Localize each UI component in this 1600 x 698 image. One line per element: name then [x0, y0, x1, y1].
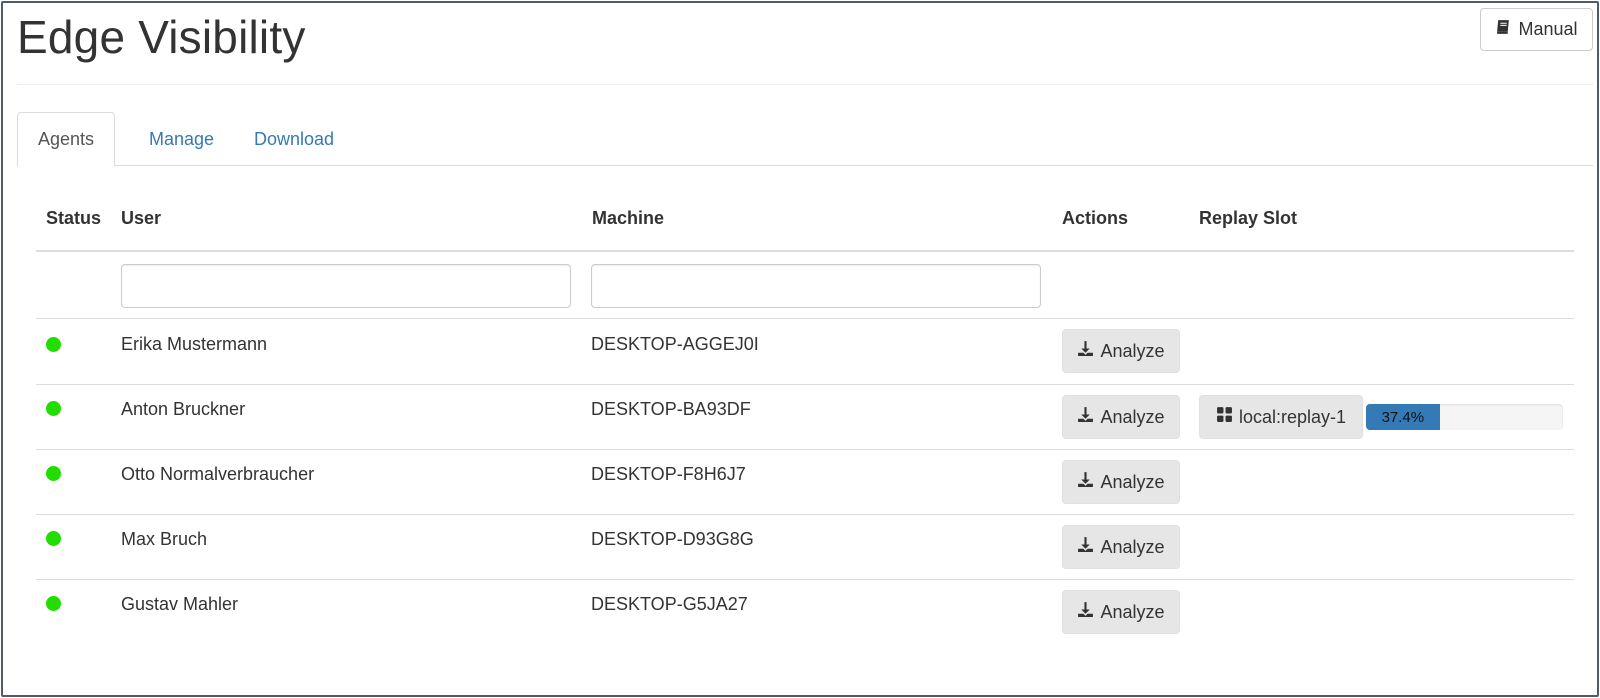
machine-cell: DESKTOP-F8H6J7: [591, 464, 746, 484]
page-title: Edge Visibility: [17, 11, 306, 63]
status-online-indicator: [46, 596, 61, 611]
user-cell: Max Bruch: [121, 529, 208, 549]
machine-cell: DESKTOP-D93G8G: [591, 529, 754, 549]
download-icon: [1077, 471, 1094, 493]
row-divider: [36, 514, 1574, 515]
download-icon: [1077, 406, 1094, 428]
machine-cell: DESKTOP-AGGEJ0I: [591, 334, 759, 354]
analyze-button-label: Analyze: [1100, 601, 1165, 622]
analyze-button[interactable]: Analyze: [1062, 395, 1180, 439]
status-online-indicator: [46, 401, 61, 416]
analyze-button-label: Analyze: [1100, 340, 1165, 361]
column-header-machine: Machine: [592, 208, 665, 228]
column-header-actions: Actions: [1062, 208, 1129, 228]
user-cell: Erika Mustermann: [121, 334, 268, 354]
title-divider: [17, 84, 1593, 85]
machine-cell: DESKTOP-G5JA27: [591, 594, 748, 614]
row-divider: [36, 384, 1574, 385]
replay-slot-button[interactable]: local:replay-1: [1199, 395, 1363, 439]
th-large-icon: [1216, 406, 1233, 428]
analyze-button[interactable]: Analyze: [1062, 460, 1180, 504]
row-divider: [36, 449, 1574, 450]
user-cell: Gustav Mahler: [121, 594, 239, 614]
row-divider: [36, 318, 1574, 319]
status-online-indicator: [46, 531, 61, 546]
manual-button[interactable]: Manual: [1480, 8, 1593, 51]
tab-bar: Agents Manage Download: [17, 112, 1593, 167]
tab-manage[interactable]: Manage: [129, 112, 234, 166]
analyze-button-label: Analyze: [1100, 406, 1165, 427]
machine-filter-input[interactable]: [591, 264, 1041, 308]
tab-download[interactable]: Download: [234, 112, 354, 166]
status-online-indicator: [46, 337, 61, 352]
analyze-button[interactable]: Analyze: [1062, 329, 1180, 373]
analyze-button[interactable]: Analyze: [1062, 590, 1180, 634]
user-cell: Anton Bruckner: [121, 399, 246, 419]
download-icon: [1077, 601, 1094, 623]
column-header-user: User: [121, 208, 162, 228]
book-icon: [1495, 19, 1512, 41]
replay-progress-fill: 37.4%: [1366, 404, 1440, 430]
column-header-status: Status: [46, 208, 102, 228]
tab-agents[interactable]: Agents: [17, 112, 116, 167]
column-header-replay-slot: Replay Slot: [1199, 208, 1298, 228]
replay-slot-label: local:replay-1: [1238, 406, 1347, 427]
download-icon: [1077, 340, 1094, 362]
analyze-button[interactable]: Analyze: [1062, 525, 1180, 569]
analyze-button-label: Analyze: [1100, 471, 1165, 492]
replay-progress: 37.4%: [1366, 404, 1563, 430]
download-icon: [1077, 536, 1094, 558]
status-online-indicator: [46, 466, 61, 481]
table-header-divider: [36, 250, 1574, 252]
row-divider: [36, 579, 1574, 580]
user-filter-input[interactable]: [121, 264, 571, 308]
user-cell: Otto Normalverbraucher: [121, 464, 315, 484]
analyze-button-label: Analyze: [1100, 536, 1165, 557]
manual-button-label: Manual: [1518, 19, 1578, 39]
machine-cell: DESKTOP-BA93DF: [591, 399, 751, 419]
